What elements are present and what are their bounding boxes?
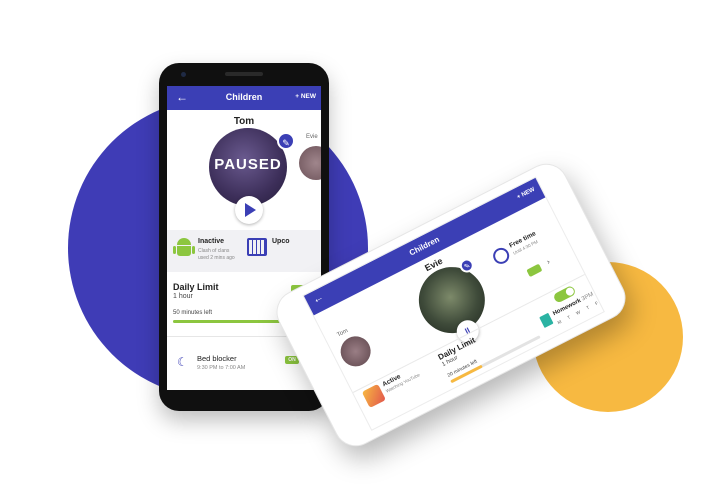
toggle-knob <box>564 286 576 297</box>
device-status: Inactive <box>198 238 225 245</box>
side-child-name: Evie <box>306 134 318 140</box>
daily-limit-remaining: 50 minutes left <box>173 310 213 316</box>
chevron-right-icon[interactable]: › <box>545 257 551 266</box>
clock-icon <box>490 245 512 267</box>
device-status-detail: Clash of clans used 2 mins ago <box>198 248 235 261</box>
side-child-name: Tom <box>336 328 350 339</box>
app-icon <box>361 383 386 409</box>
book-icon <box>539 312 554 328</box>
homework-time: 3PM to 5:30 PM <box>580 278 605 303</box>
play-icon <box>245 203 256 217</box>
android-icon <box>173 238 195 260</box>
daily-limit-value: 1 hour <box>173 293 193 300</box>
moon-icon: ☾ <box>177 355 188 369</box>
app-header: ← Children + NEW <box>167 86 321 110</box>
side-child-avatar[interactable] <box>299 146 321 180</box>
bed-blocker-title[interactable]: Bed blocker <box>197 354 237 363</box>
upcoming-label: Upco <box>272 238 290 245</box>
edit-pencil-icon[interactable]: ✎ <box>277 132 295 150</box>
calendar-icon <box>247 238 267 256</box>
camera <box>181 72 186 77</box>
daily-limit-title: Daily Limit <box>173 282 219 292</box>
free-time-toggle[interactable] <box>526 263 543 278</box>
stage: ← Children + NEW Tom PAUSED ✎ Evie Inact… <box>0 0 726 500</box>
child-avatar[interactable]: PAUSED <box>209 128 287 206</box>
bed-blocker-time: 9:30 PM to 7:00 AM <box>197 365 246 371</box>
paused-overlay: PAUSED <box>214 156 282 173</box>
new-child-button[interactable]: + NEW <box>295 93 316 100</box>
speaker <box>225 72 263 76</box>
child-name: Tom <box>233 116 255 127</box>
play-button[interactable] <box>235 196 263 224</box>
